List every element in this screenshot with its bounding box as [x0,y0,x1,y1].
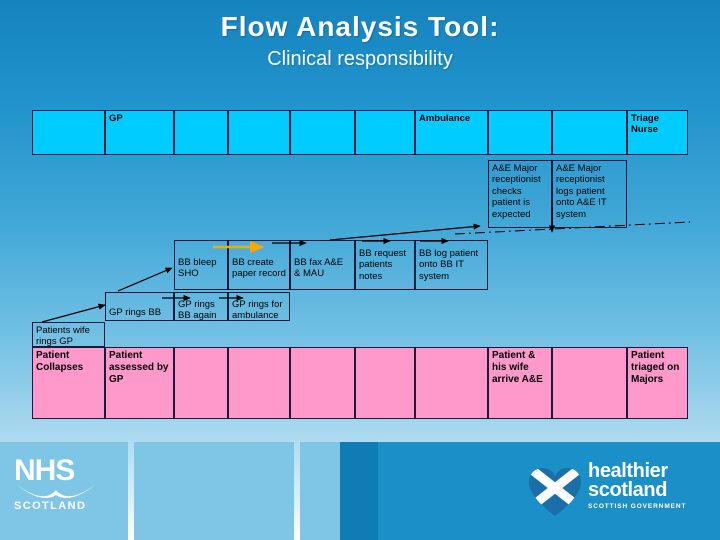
table-cell-bb-bleep: BB bleep SHO [174,240,228,290]
table-cell-ae-checks: A&E Major receptionist checks patient is… [488,160,552,228]
table-cell [488,110,552,155]
slide-canvas: Flow Analysis Tool: Clinical responsibil… [0,0,720,540]
table-cell-gp: GP [105,110,174,155]
table-cell-patient-collapses: Patient Collapses [32,347,105,419]
nhs-swoosh-icon [16,484,96,498]
table-cell [32,110,105,155]
arrow-gp-to-bb [117,267,173,292]
table-cell [290,110,355,155]
table-cell-ambulance: Ambulance [415,110,488,155]
table-cell-gp-rings-again: GP rings BB again [174,292,228,321]
scottish-government-text: SCOTTISH GOVERNMENT [588,503,687,510]
table-cell-bb-fax: BB fax A&E & MAU [290,240,355,290]
arrow-wife-to-gp [41,303,106,323]
table-cell-bb-log: BB log patient onto BB IT system [415,240,488,290]
nhs-scotland-logo: NHS SCOTLAND [14,456,118,528]
table-cell-arrive-ae: Patient & his wife arrive A&E [488,347,552,419]
arrow-to-ae-checks [329,223,481,241]
table-cell-gp-rings-bb: GP rings BB [105,292,174,321]
table-cell [415,347,488,419]
table-cell-bb-create: BB create paper record [228,240,290,290]
table-cell-ae-logs: A&E Major receptionist logs patient onto… [552,160,627,228]
healthier-scotland-wordmark: healthier scotland SCOTTISH GOVERNMENT [588,461,687,512]
table-cell [552,110,627,155]
saltire-heart-icon [529,468,581,516]
table-cell [174,110,228,155]
table-cell [290,347,355,419]
footer-accent-dark [340,442,378,540]
table-cell [355,110,415,155]
healthier-scotland-logo: healthier scotland SCOTTISH GOVERNMENT [528,461,704,520]
table-cell-triage-nurse: Triage Nurse [627,110,688,155]
table-cell [228,110,290,155]
table-cell [552,347,627,419]
table-cell-triaged-majors: Patient triaged on Majors [627,347,688,419]
table-cell-bb-request: BB request patients notes [355,240,415,290]
footer-band-mid [134,442,294,540]
footer-accent-light [300,442,340,540]
table-cell [174,347,228,419]
footer-branding-bar: NHS SCOTLAND healthier scotland SCOTTISH… [0,442,720,540]
healthier-line2: scotland [588,479,668,501]
table-cell-patient-assessed: Patient assessed by GP [105,347,174,419]
table-cell-wife-rings-gp: Patients wife rings GP [32,322,105,347]
table-cell [355,347,415,419]
table-cell [228,347,290,419]
table-cell-gp-rings-ambulance: GP rings for ambulance [228,292,290,321]
flow-analysis-diagram: GP Ambulance Triage Nurse A&E Major rece… [0,0,720,430]
